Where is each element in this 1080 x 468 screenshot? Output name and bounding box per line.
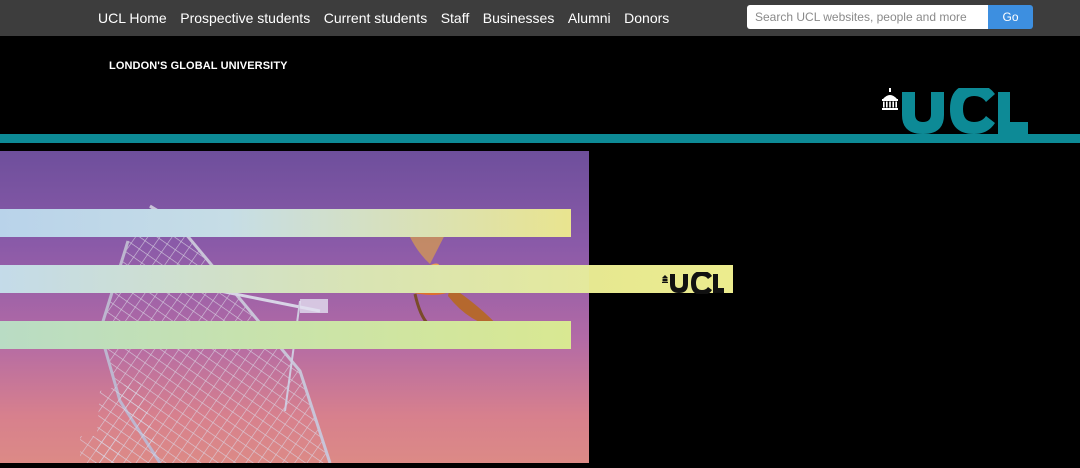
search-form: Go: [747, 5, 1033, 29]
site-header: LONDON'S GLOBAL UNIVERSITY: [0, 36, 1080, 134]
banner-stripe-top: [0, 209, 571, 237]
nav-link-donors[interactable]: Donors: [624, 0, 669, 36]
top-navigation-bar: UCL Home Prospective students Current st…: [0, 0, 1080, 36]
teal-accent-bar: [0, 134, 1080, 143]
nav-link-businesses[interactable]: Businesses: [483, 0, 555, 36]
hero-banner[interactable]: [0, 151, 589, 463]
banner-stripe-bottom: [0, 321, 571, 349]
search-input[interactable]: [747, 5, 988, 29]
ucl-logo-icon: [882, 88, 1028, 134]
nav-link-ucl-home[interactable]: UCL Home: [98, 0, 167, 36]
ucl-banner-logo-icon: [662, 272, 724, 294]
nav-link-staff[interactable]: Staff: [441, 0, 470, 36]
nav-link-prospective-students[interactable]: Prospective students: [180, 0, 310, 36]
tagline: LONDON'S GLOBAL UNIVERSITY: [109, 60, 288, 72]
go-button[interactable]: Go: [988, 5, 1033, 29]
nav-link-alumni[interactable]: Alumni: [568, 0, 611, 36]
nav-link-current-students[interactable]: Current students: [324, 0, 428, 36]
banner-stripe-middle: [0, 265, 589, 293]
global-nav: UCL Home Prospective students Current st…: [98, 0, 683, 36]
